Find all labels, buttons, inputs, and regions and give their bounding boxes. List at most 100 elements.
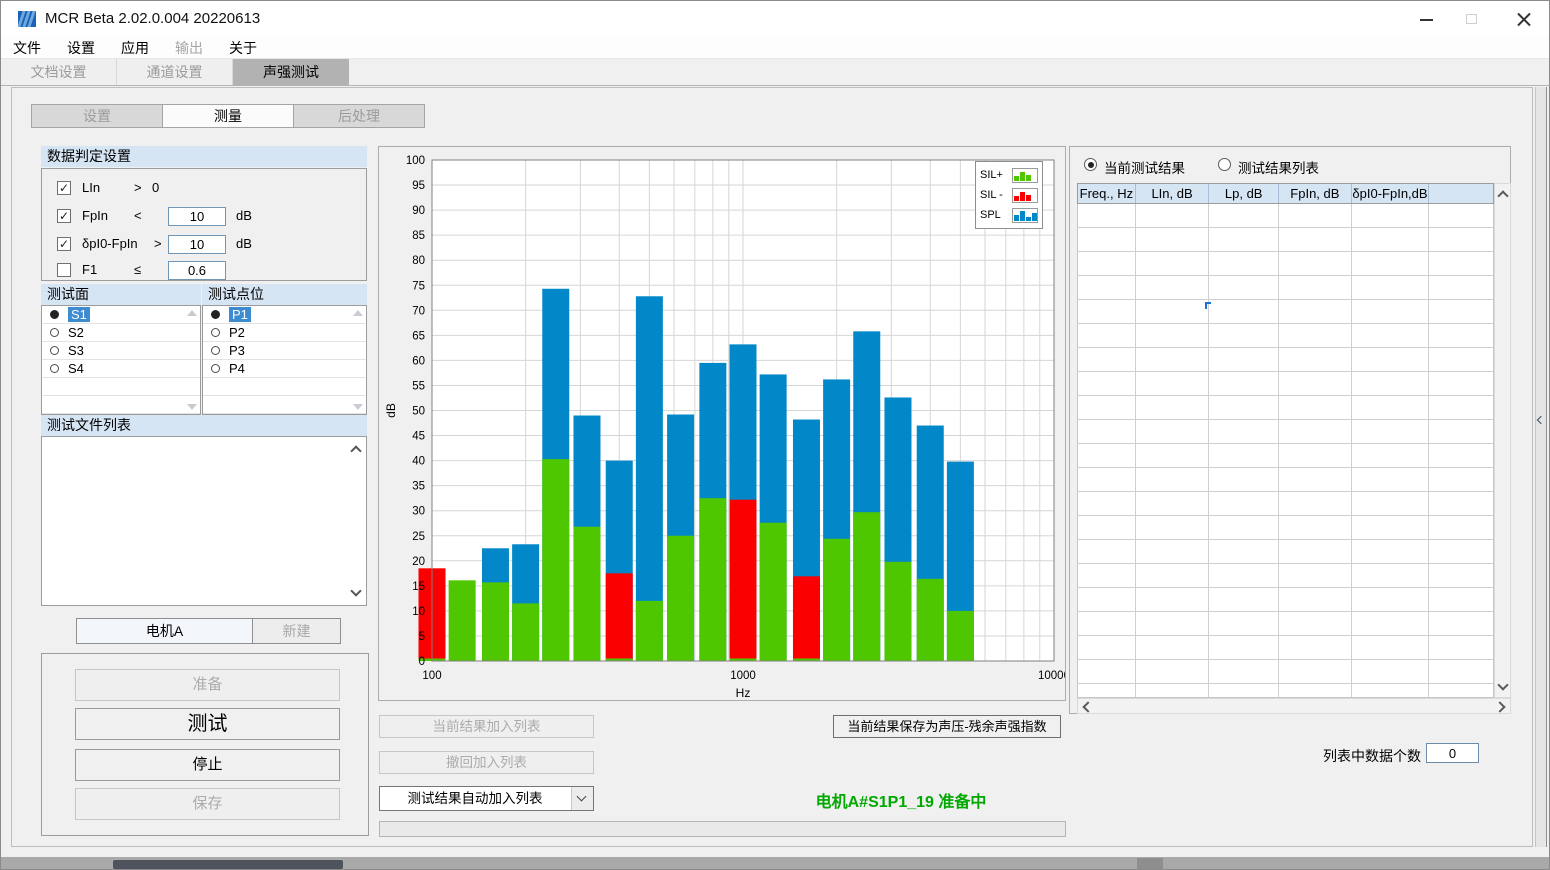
criteria-header: 数据判定设置: [41, 146, 367, 167]
tab-2[interactable]: 通道设置: [117, 59, 233, 85]
results-vertical-scrollbar[interactable]: [1494, 183, 1511, 698]
auto-add-combobox[interactable]: 测试结果自动加入列表: [379, 786, 594, 811]
scroll-up-icon[interactable]: [187, 310, 197, 316]
scroll-up-icon[interactable]: [350, 445, 361, 456]
sub-tab-1[interactable]: 设置: [31, 104, 163, 128]
surface-item-s2[interactable]: S2: [42, 324, 200, 342]
close-button[interactable]: [1497, 1, 1550, 37]
svg-text:25: 25: [412, 531, 425, 543]
action-button-4[interactable]: 保存: [75, 788, 340, 820]
point-item-p3[interactable]: P3: [203, 342, 366, 360]
scroll-down-icon[interactable]: [353, 404, 363, 410]
svg-text:35: 35: [412, 481, 425, 493]
surface-item-s3[interactable]: S3: [42, 342, 200, 360]
test-file-list[interactable]: [41, 436, 367, 606]
table-cell: [1136, 324, 1210, 347]
table-cell: [1429, 348, 1493, 371]
checkbox[interactable]: [57, 263, 71, 277]
menu-item-5[interactable]: 关于: [229, 38, 257, 58]
scroll-up-icon[interactable]: [353, 310, 363, 316]
table-cell: [1209, 492, 1279, 515]
criteria-row: F1≤0.6: [42, 261, 366, 281]
point-item-p1[interactable]: P1: [203, 306, 366, 324]
criteria-value-input[interactable]: 0.6: [168, 261, 226, 280]
combobox-dropdown-button[interactable]: [571, 787, 593, 810]
table-cell: [1136, 588, 1210, 611]
scroll-down-icon[interactable]: [187, 404, 197, 410]
table-cell: [1352, 252, 1430, 275]
project-new-button[interactable]: 新建: [253, 619, 340, 643]
checkbox-checked[interactable]: ✓: [57, 209, 71, 223]
table-cell: [1078, 660, 1136, 683]
checkbox-checked[interactable]: ✓: [57, 181, 71, 195]
table-cell: [1352, 564, 1430, 587]
radio-bullet: [211, 310, 220, 319]
collapse-left-icon[interactable]: [1537, 416, 1545, 424]
surface-item-s4[interactable]: S4: [42, 360, 200, 378]
results-table-body[interactable]: [1077, 204, 1494, 698]
undo-add-button[interactable]: 撤回加入列表: [379, 751, 594, 774]
scroll-down-icon[interactable]: [1497, 679, 1508, 690]
table-row: [1078, 252, 1493, 276]
surface-item-empty: [42, 396, 200, 414]
menu-item-3[interactable]: 应用: [121, 38, 149, 58]
window-title: MCR Beta 2.02.0.004 20220613: [45, 1, 260, 37]
checkbox-checked[interactable]: ✓: [57, 237, 71, 251]
table-cell: [1209, 276, 1279, 299]
radio-result-list[interactable]: [1218, 158, 1231, 171]
table-cell: [1078, 540, 1136, 563]
results-horizontal-scrollbar[interactable]: [1077, 698, 1511, 714]
radio-current-result[interactable]: [1084, 158, 1097, 171]
action-button-3[interactable]: 停止: [75, 749, 340, 781]
list-item-label: S4: [68, 361, 84, 376]
table-cell: [1352, 348, 1430, 371]
scroll-up-icon[interactable]: [1497, 190, 1508, 201]
criteria-value-input[interactable]: 10: [168, 207, 226, 226]
point-item-p2[interactable]: P2: [203, 324, 366, 342]
sub-tab-2[interactable]: 测量: [162, 104, 294, 128]
svg-text:80: 80: [412, 255, 425, 267]
tab-1[interactable]: 文档设置: [1, 59, 117, 85]
point-list[interactable]: P1P2P3P4: [202, 305, 367, 415]
svg-text:45: 45: [412, 431, 425, 443]
point-item-p4[interactable]: P4: [203, 360, 366, 378]
scroll-left-icon[interactable]: [1082, 701, 1093, 712]
svg-text:0: 0: [419, 656, 425, 668]
sub-tab-3[interactable]: 后处理: [293, 104, 425, 128]
table-cell: [1078, 468, 1136, 491]
project-current-button[interactable]: 电机A: [77, 619, 253, 643]
surface-item-s1[interactable]: S1: [42, 306, 200, 324]
table-cell: [1429, 396, 1493, 419]
table-cell: [1078, 516, 1136, 539]
tab-3[interactable]: 声强测试: [233, 59, 349, 85]
table-cell: [1136, 516, 1210, 539]
table-cell: [1209, 636, 1279, 659]
table-cell: [1352, 636, 1430, 659]
menu-item-2[interactable]: 设置: [67, 38, 95, 58]
menu-item-1[interactable]: 文件: [13, 38, 41, 58]
action-button-1[interactable]: 准备: [75, 669, 340, 701]
save-as-residual-index-button[interactable]: 当前结果保存为声压-残余声强指数: [833, 715, 1061, 738]
table-cell: [1279, 444, 1352, 467]
table-cell: [1136, 204, 1210, 227]
criteria-value-input[interactable]: 10: [168, 235, 226, 254]
panel-splitter[interactable]: [1535, 87, 1547, 847]
table-cell: [1136, 492, 1210, 515]
scroll-right-icon[interactable]: [1494, 701, 1505, 712]
table-row: [1078, 660, 1493, 684]
svg-text:75: 75: [412, 280, 425, 292]
table-cell: [1279, 588, 1352, 611]
add-current-result-button[interactable]: 当前结果加入列表: [379, 715, 594, 738]
table-cell: [1279, 348, 1352, 371]
surface-item-empty: [42, 378, 200, 396]
surface-list[interactable]: S1S2S3S4: [41, 305, 201, 415]
menu-item-4[interactable]: 输出: [175, 38, 203, 58]
criteria-name: LIn: [82, 180, 134, 195]
svg-text:55: 55: [412, 380, 425, 392]
minimize-button[interactable]: [1403, 1, 1449, 37]
action-button-2[interactable]: 测试: [75, 708, 340, 740]
scroll-down-icon[interactable]: [350, 585, 361, 596]
maximize-button[interactable]: [1449, 1, 1495, 37]
list-count-value[interactable]: 0: [1426, 743, 1479, 763]
radio-bullet: [50, 364, 59, 373]
